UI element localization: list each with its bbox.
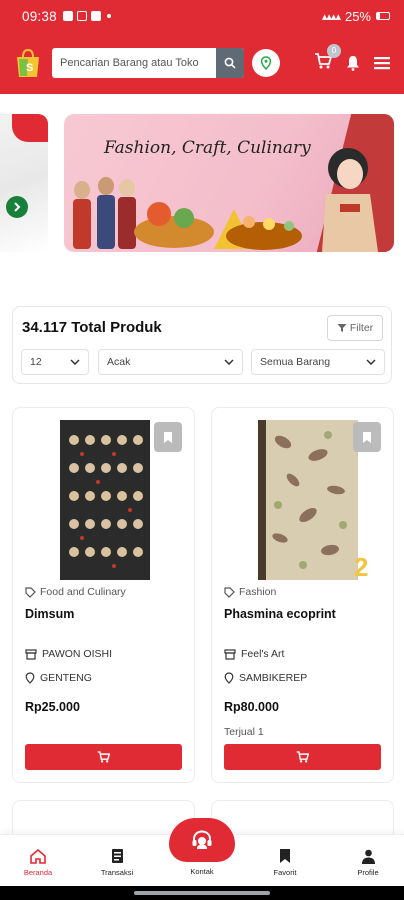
receipt-icon [111,849,123,863]
nav-label: Favorit [273,868,297,877]
banner-decoration [12,114,48,142]
search-icon [224,57,236,69]
nav-item-beranda[interactable]: Beranda [3,847,73,877]
banner-illustration [73,148,378,252]
product-price: Rp25.000 [25,700,80,714]
mail-notification-icon [76,11,87,21]
battery-icon [376,12,390,20]
location-button[interactable] [252,49,280,77]
home-indicator[interactable] [134,891,270,895]
add-to-cart-button[interactable] [25,744,182,770]
store-icon [224,648,236,660]
category-label: Food and Culinary [40,586,126,598]
bookmark-icon [164,431,172,443]
more-notifications-icon [106,14,111,18]
carousel-next-button[interactable] [6,196,28,218]
nav-item-favorit[interactable]: Favorit [250,847,320,877]
status-bar: 09:38 ▴▴▴▴ 25% [0,0,404,32]
bookmark-button[interactable] [154,422,182,452]
search-input[interactable]: Pencarian Barang atau Toko [52,57,216,69]
bell-icon[interactable] [346,55,360,71]
headset-icon [192,830,212,849]
svg-text:S: S [26,62,33,74]
chevron-right-icon [14,202,21,212]
gallery-notification-icon [62,11,73,21]
battery-text: 25% [344,8,371,24]
system-gesture-bar [0,886,404,900]
hamburger-menu-icon[interactable] [374,56,390,70]
previous-banner-slide[interactable] [0,114,48,252]
bookmark-button[interactable] [353,422,381,452]
tag-icon [25,586,36,598]
signal-icon: ▴▴▴▴ [321,10,341,23]
search-bar[interactable]: Pencarian Barang atau Toko [52,48,244,78]
cart-count-badge: 0 [327,43,341,58]
user-icon [361,849,375,864]
nav-item-transaksi[interactable]: Transaksi [82,847,152,877]
store-label: Feel's Art [241,648,285,660]
products-toolbar: 34.117 Total Produk Filter 12 Acak Semua… [12,306,392,384]
filter-label: Filter [349,322,374,334]
chevron-down-icon [224,359,234,365]
product-category: Fashion [224,586,276,598]
product-card[interactable]: 2 Fashion Phasmina ecoprint Feel's Art S… [211,407,394,783]
total-products-label: 34.117 Total Produk [22,319,162,336]
filter-button[interactable]: Filter [327,315,383,341]
store-location: SAMBIKEREP [224,672,307,684]
product-name[interactable]: Phasmina ecoprint [224,607,336,621]
status-time: 09:38 [22,8,57,24]
nav-item-kontak[interactable]: Kontak [167,867,237,876]
cart-icon [97,751,110,763]
store-label: PAWON OISHI [42,648,113,660]
product-image [258,420,358,580]
nav-label: Profile [357,868,379,877]
product-price: Rp80.000 [224,700,279,714]
category-value: Semua Barang [260,356,331,368]
home-icon [30,848,46,864]
store-location: GENTENG [25,672,92,684]
product-image [60,420,150,580]
store-name[interactable]: Feel's Art [224,648,284,660]
per-page-select[interactable]: 12 [21,349,89,375]
location-pin-icon [25,672,35,684]
promo-banner[interactable]: Fashion, Craft, Culinary [64,114,394,252]
nav-label: Transaksi [100,868,134,877]
location-label: SAMBIKEREP [239,672,308,684]
sort-value: Acak [107,356,131,368]
location-pin-icon [224,672,234,684]
chevron-down-icon [70,359,80,365]
per-page-value: 12 [30,356,42,368]
location-label: GENTENG [40,672,92,684]
shopping-bag-logo-icon[interactable]: S [14,48,42,78]
contact-fab-button[interactable] [169,818,235,862]
store-name[interactable]: PAWON OISHI [25,648,112,660]
image-count-badge: 2 [354,552,369,582]
location-pin-icon [260,56,272,70]
notification-icons [62,11,111,21]
linkedin-notification-icon [90,11,101,21]
add-to-cart-button[interactable] [224,744,381,770]
store-icon [25,648,37,660]
chevron-down-icon [366,359,376,365]
sort-select[interactable]: Acak [98,349,243,375]
bookmark-icon [363,431,371,443]
app-header: S Pencarian Barang atau Toko 0 [0,32,404,94]
product-category: Food and Culinary [25,586,126,598]
sold-count: Terjual 1 [224,726,264,738]
search-button[interactable] [216,48,244,78]
nav-item-profile[interactable]: Profile [333,847,403,877]
bookmark-icon [280,849,290,863]
product-card[interactable]: Food and Culinary Dimsum PAWON OISHI GEN… [12,407,195,783]
category-select[interactable]: Semua Barang [251,349,385,375]
nav-label: Kontak [190,867,214,876]
nav-label: Beranda [23,868,53,877]
cart-icon [296,751,309,763]
filter-icon [337,324,347,332]
tag-icon [224,586,235,598]
product-name[interactable]: Dimsum [25,607,74,621]
cart-button[interactable]: 0 [314,43,341,74]
category-label: Fashion [239,586,277,598]
